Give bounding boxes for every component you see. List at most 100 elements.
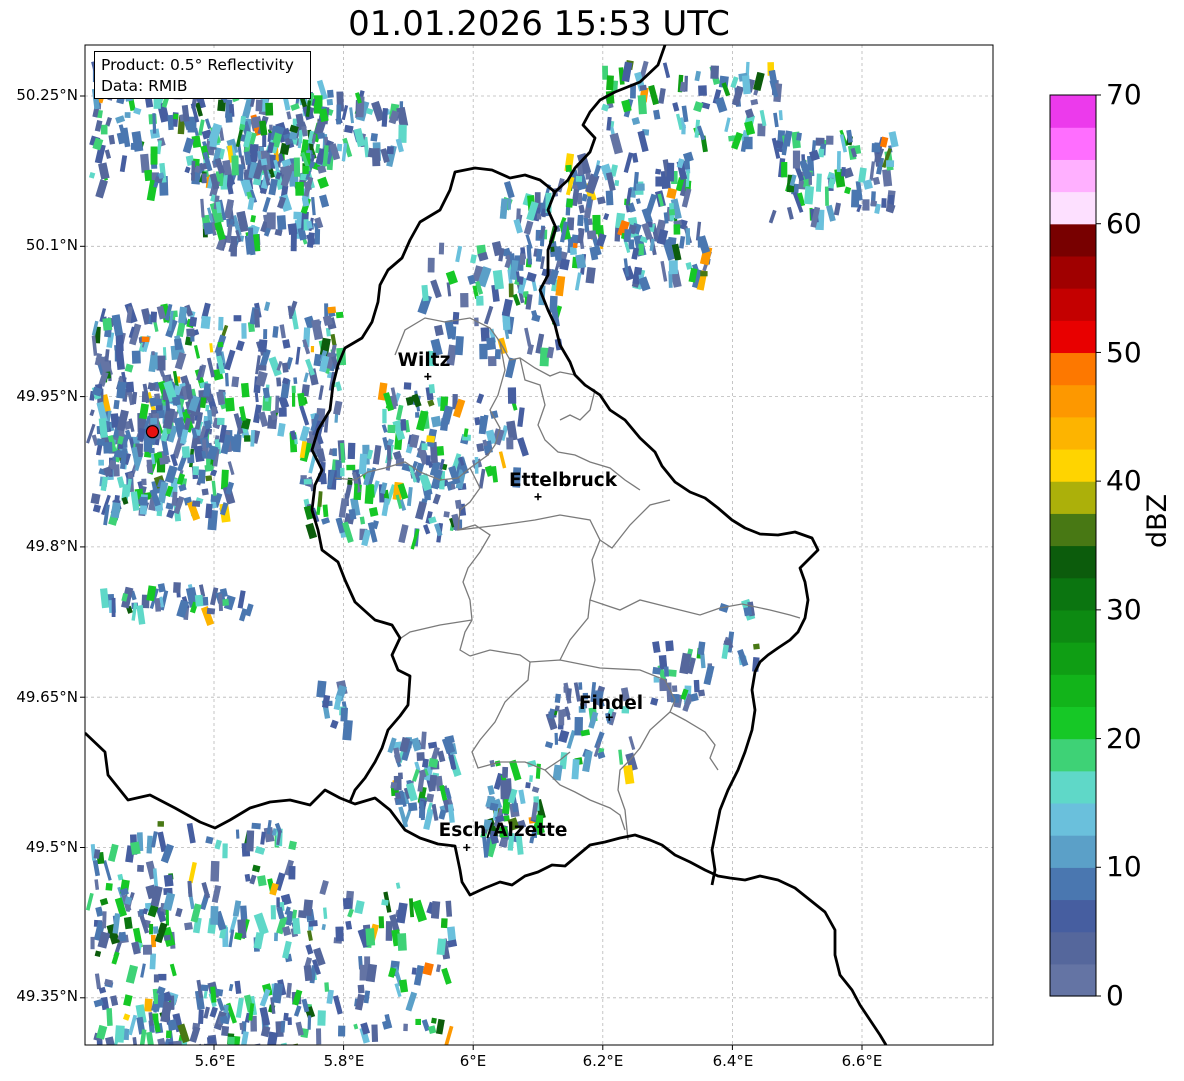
echo-cell: [262, 133, 267, 147]
echo-cell: [206, 1036, 216, 1044]
echo-cell: [310, 345, 315, 353]
echo-cell: [335, 926, 344, 942]
echo-cell: [673, 224, 681, 235]
colorbar-segment: [1050, 802, 1096, 836]
echo-cell: [400, 419, 407, 431]
echo-cell: [506, 437, 514, 450]
echo-cell: [137, 864, 144, 872]
echo-cell: [102, 317, 113, 331]
echo-cell: [233, 315, 242, 322]
echo-cell: [885, 160, 895, 167]
echo-cell: [324, 982, 330, 992]
echo-cell: [818, 148, 825, 158]
echo-cell: [186, 328, 195, 337]
colorbar-segment: [1050, 320, 1096, 354]
lat-tick-label: 49.95°N: [16, 387, 78, 405]
echo-cell: [150, 146, 158, 165]
echo-cell: [529, 775, 534, 782]
echo-cell: [575, 175, 583, 182]
echo-cell: [303, 479, 312, 485]
echo-cell: [778, 110, 783, 121]
echo-cell: [332, 448, 337, 457]
echo-cell: [144, 169, 153, 182]
echo-cell: [142, 944, 152, 955]
echo-cell: [663, 666, 670, 677]
echo-cell: [554, 693, 561, 704]
echo-cell: [639, 84, 647, 91]
colorbar-unit-label: dBZ: [1142, 493, 1173, 548]
colorbar-segment: [1050, 384, 1096, 418]
echo-cell: [411, 967, 417, 975]
echo-cell: [415, 1018, 421, 1025]
echo-cell: [638, 243, 644, 256]
echo-cell: [327, 89, 334, 98]
echo-cell: [668, 669, 677, 677]
echo-cell: [217, 341, 224, 348]
echo-cell: [106, 1008, 113, 1026]
echo-cell: [287, 1017, 292, 1026]
echo-cell: [474, 456, 479, 474]
lon-tick-label: 5.6°E: [194, 1052, 236, 1070]
echo-cell: [571, 758, 580, 780]
echo-cell: [606, 75, 614, 91]
echo-cell: [192, 466, 199, 476]
colorbar-segment: [1050, 127, 1096, 160]
echo-cell: [189, 316, 198, 327]
echo-cell: [270, 905, 276, 920]
echo-cell: [516, 208, 521, 221]
colorbar-segment: [1050, 577, 1096, 611]
colorbar-segment: [1050, 255, 1096, 289]
echo-cell: [254, 308, 260, 328]
echo-cell: [635, 183, 645, 191]
echo-cell: [743, 136, 753, 150]
echo-cell: [554, 246, 562, 261]
echo-cell: [431, 1017, 437, 1024]
colorbar-tick-label: 70: [1106, 78, 1142, 111]
echo-cell: [494, 349, 501, 360]
echo-cell: [156, 355, 166, 371]
colorbar-segment: [1050, 191, 1096, 225]
echo-cell: [421, 443, 428, 451]
echo-cell: [149, 923, 154, 935]
echo-cell: [440, 918, 448, 929]
echo-cell: [558, 709, 565, 726]
echo-cell: [386, 146, 394, 155]
echo-cell: [90, 936, 95, 950]
lat-tick-label: 49.65°N: [16, 688, 78, 706]
echo-cell: [111, 597, 116, 617]
echo-cell: [882, 169, 893, 187]
echo-cell: [387, 424, 396, 434]
colorbar-segment: [1050, 481, 1096, 514]
echo-cell: [426, 435, 436, 443]
colorbar-segment: [1050, 674, 1096, 707]
colorbar-segment: [1050, 513, 1096, 547]
echo-cell: [240, 382, 250, 398]
echo-cell: [224, 372, 229, 387]
echo-cell: [283, 1012, 289, 1022]
colorbar-segment: [1050, 416, 1096, 450]
echo-cell: [378, 916, 385, 929]
echo-cell: [486, 337, 497, 351]
echo-cell: [507, 198, 512, 210]
colorbar-segment: [1050, 770, 1096, 804]
colorbar-segment: [1050, 352, 1096, 386]
echo-cell: [163, 934, 171, 941]
echo-cell: [407, 802, 418, 812]
echo-cell: [346, 464, 356, 471]
city-label-ettelbruck: Ettelbruck: [508, 470, 618, 491]
echo-cell: [293, 157, 301, 177]
echo-cell: [428, 757, 439, 768]
echo-cell: [427, 257, 435, 273]
echo-cell: [549, 295, 558, 313]
echo-cell: [665, 640, 674, 652]
echo-cell: [445, 900, 453, 917]
echo-cell: [342, 897, 353, 910]
lon-tick-label: 6.4°E: [712, 1052, 754, 1070]
colorbar: [1049, 94, 1101, 997]
echo-cell: [824, 186, 829, 206]
echo-cell: [347, 442, 356, 460]
city-label-findel: Findel: [578, 693, 644, 714]
echo-cell: [278, 407, 287, 417]
echo-cell: [287, 223, 298, 235]
echo-cell: [850, 189, 860, 208]
